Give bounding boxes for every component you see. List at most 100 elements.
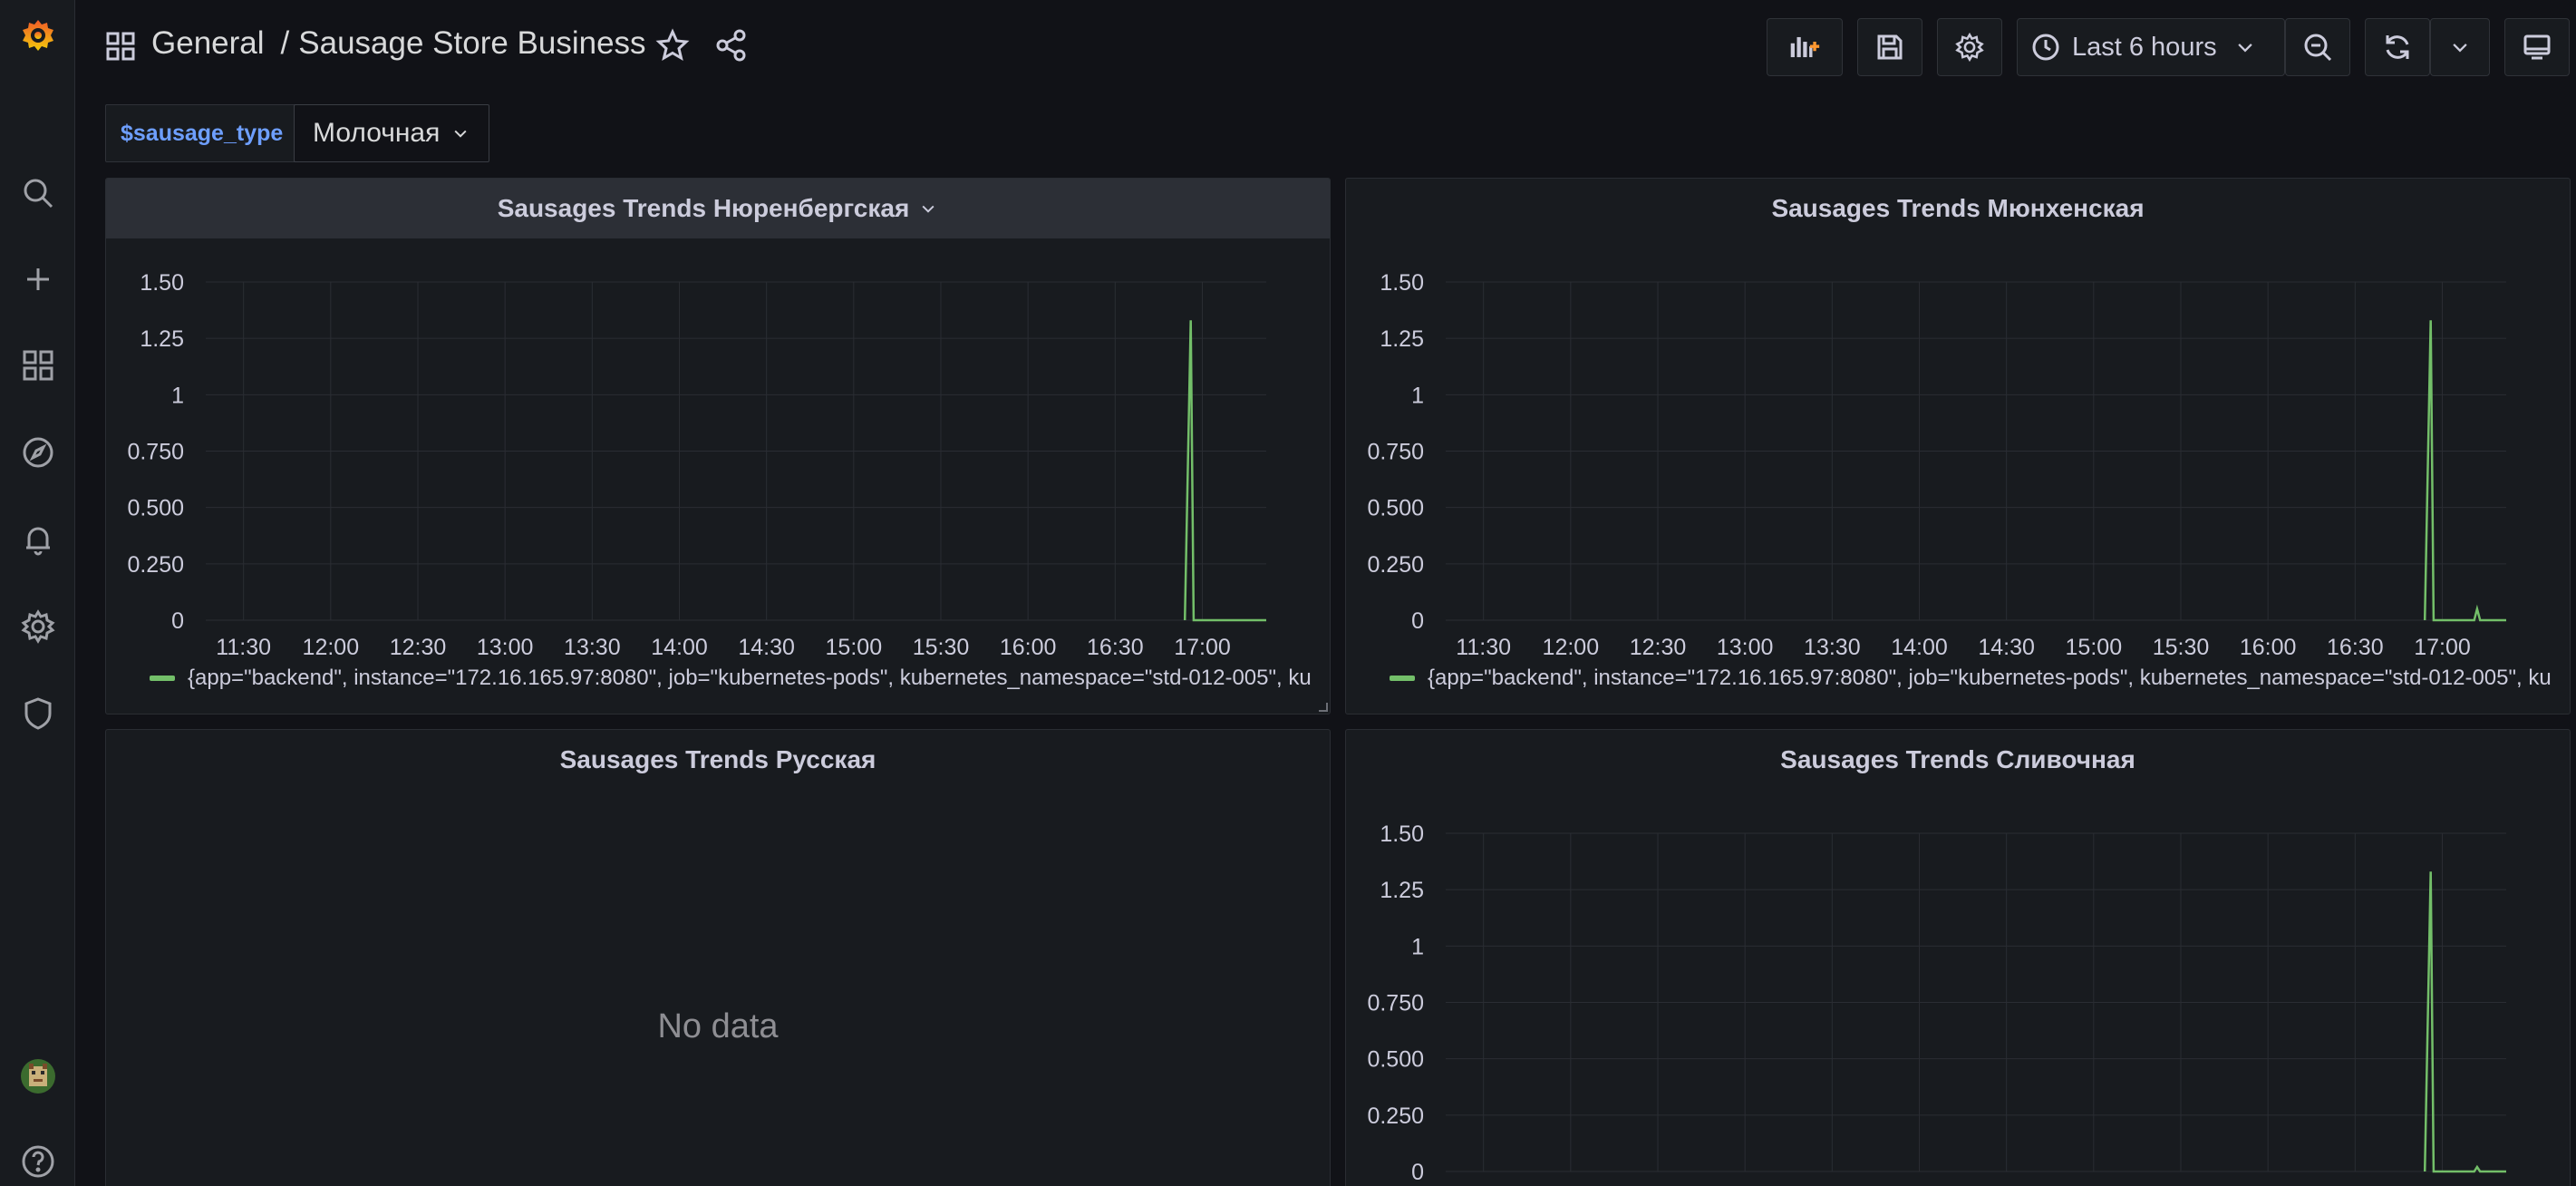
chevron-down-icon xyxy=(454,130,467,138)
x-tick-label: 14:00 xyxy=(1891,635,1948,660)
dashboard-navbar: General / Sausage Store Business Last 6 … xyxy=(75,0,2576,94)
x-tick-label: 16:00 xyxy=(2240,635,2297,660)
x-tick-label: 17:00 xyxy=(1174,635,1231,660)
legend-label: {app="backend", instance="172.16.165.97:… xyxy=(188,666,1312,690)
x-tick-label: 13:00 xyxy=(1717,635,1774,660)
time-range-label: Last 6 hours xyxy=(2072,32,2217,62)
explore-icon[interactable] xyxy=(0,421,75,484)
y-tick-label: 0.500 xyxy=(1367,1047,1424,1073)
y-tick-label: 0.250 xyxy=(1367,552,1424,578)
settings-icon xyxy=(1955,32,1984,63)
y-tick-label: 0 xyxy=(1411,608,1424,634)
grafana-logo-icon[interactable] xyxy=(0,4,75,67)
panel-russian[interactable]: Sausages Trends Русская No data xyxy=(105,729,1331,1186)
x-tick-label: 13:00 xyxy=(477,635,534,660)
share-icon[interactable] xyxy=(714,28,749,63)
timeseries-chart[interactable]: 0 0.250 0.500 0.750 1 1.25 1.50 11:30 12:00 12:30… xyxy=(1346,179,2571,715)
add-panel-button[interactable] xyxy=(1767,18,1843,76)
legend-swatch xyxy=(1390,676,1415,681)
legend-label: {app="backend", instance="172.16.165.97:… xyxy=(1428,666,2552,690)
help-icon[interactable] xyxy=(0,1130,75,1186)
y-tick-label: 0.750 xyxy=(127,440,184,465)
y-tick-label: 1.50 xyxy=(140,270,184,296)
refresh-button[interactable] xyxy=(2365,18,2430,76)
zoom-out-icon xyxy=(2304,34,2332,62)
series-line xyxy=(2423,871,2506,1173)
dashboard-grid-icon xyxy=(106,32,135,61)
y-tick-label: 0.750 xyxy=(1367,991,1424,1016)
x-tick-label: 15:30 xyxy=(913,635,970,660)
gear-icon[interactable] xyxy=(0,595,75,658)
star-icon[interactable] xyxy=(655,28,690,63)
panel-creamy[interactable]: Sausages Trends Сливочная 0 0.250 0.500 0.7… xyxy=(1345,729,2571,1186)
panel-header[interactable]: Sausages Trends Русская xyxy=(106,730,1330,790)
x-tick-label: 12:30 xyxy=(390,635,447,660)
x-tick-label: 16:00 xyxy=(1000,635,1057,660)
clock-icon xyxy=(2032,34,2059,61)
y-tick-label: 1.25 xyxy=(1380,878,1424,903)
legend[interactable]: {app="backend", instance="172.16.165.97:… xyxy=(1390,665,2552,692)
y-tick-label: 0.250 xyxy=(127,552,184,578)
variable-select[interactable]: Молочная xyxy=(294,104,490,162)
panel-nuremberg[interactable]: Sausages Trends Нюренбергская 0 0.250 0.50… xyxy=(105,178,1331,715)
y-tick-label: 1.50 xyxy=(1380,270,1424,296)
x-tick-label: 15:30 xyxy=(2153,635,2210,660)
tv-mode-button[interactable] xyxy=(2504,18,2570,76)
x-tick-label: 12:00 xyxy=(1543,635,1600,660)
timeseries-chart[interactable]: 0 0.250 0.500 0.750 1 1.25 1.50 xyxy=(1346,730,2571,1186)
x-tick-label: 12:00 xyxy=(303,635,360,660)
chevron-down-icon xyxy=(2453,44,2467,53)
alert-bell-icon[interactable] xyxy=(0,508,75,571)
y-tick-label: 0.500 xyxy=(127,496,184,521)
x-tick-label: 12:30 xyxy=(1630,635,1687,660)
x-tick-label: 11:30 xyxy=(216,635,271,660)
zoom-out-button[interactable] xyxy=(2285,18,2350,76)
x-tick-label: 16:30 xyxy=(2327,635,2384,660)
x-tick-label: 14:30 xyxy=(1978,635,2035,660)
y-tick-label: 0 xyxy=(171,608,184,634)
legend[interactable]: {app="backend", instance="172.16.165.97:… xyxy=(150,665,1312,692)
y-tick-label: 1 xyxy=(1411,934,1424,959)
y-tick-label: 0 xyxy=(1411,1160,1424,1185)
y-tick-label: 0.750 xyxy=(1367,440,1424,465)
save-button[interactable] xyxy=(1857,18,1922,76)
side-menu xyxy=(0,0,75,1186)
add-panel-icon xyxy=(1790,36,1820,58)
dashboard-settings-button[interactable] xyxy=(1937,18,2002,76)
search-icon[interactable] xyxy=(0,161,75,225)
x-tick-label: 11:30 xyxy=(1456,635,1511,660)
x-tick-label: 15:00 xyxy=(826,635,883,660)
breadcrumb: General / Sausage Store Business xyxy=(151,25,646,62)
x-tick-label: 13:30 xyxy=(564,635,621,660)
time-picker-button[interactable]: Last 6 hours xyxy=(2017,18,2285,76)
x-tick-label: 14:30 xyxy=(738,635,795,660)
panel-munich[interactable]: Sausages Trends Мюнхенская 0 0.250 0.500 0.… xyxy=(1345,178,2571,715)
x-tick-label: 17:00 xyxy=(2414,635,2471,660)
plus-icon[interactable] xyxy=(0,248,75,311)
variable-label: $sausage_type xyxy=(105,104,299,162)
breadcrumb-folder[interactable]: General xyxy=(151,25,265,62)
y-tick-label: 1.50 xyxy=(1380,821,1424,847)
no-data-message: No data xyxy=(657,1007,779,1045)
dashboard-title[interactable]: Sausage Store Business xyxy=(298,25,645,62)
dashboards-icon[interactable] xyxy=(0,334,75,397)
timeseries-chart[interactable]: 0 0.250 0.500 0.750 1 1.25 1.50 11:30 12:00 12:30… xyxy=(106,179,1331,715)
breadcrumb-separator: / xyxy=(280,25,290,61)
refresh-icon xyxy=(2386,35,2409,59)
x-tick-label: 15:00 xyxy=(2066,635,2123,660)
series-line xyxy=(1183,320,1266,622)
y-tick-label: 1 xyxy=(1411,383,1424,408)
refresh-interval-dropdown[interactable] xyxy=(2430,18,2490,76)
chevron-down-icon xyxy=(2237,44,2252,53)
resize-handle[interactable] xyxy=(1319,703,1328,712)
series-line xyxy=(2423,320,2506,622)
variable-value: Молочная xyxy=(313,118,441,148)
tv-mode-icon xyxy=(2523,34,2551,60)
x-tick-label: 16:30 xyxy=(1087,635,1144,660)
legend-swatch xyxy=(150,676,175,681)
user-avatar[interactable] xyxy=(0,1045,75,1108)
save-icon xyxy=(1877,34,1903,60)
y-tick-label: 1 xyxy=(171,383,184,408)
y-tick-label: 1.25 xyxy=(140,326,184,352)
shield-icon[interactable] xyxy=(0,682,75,745)
